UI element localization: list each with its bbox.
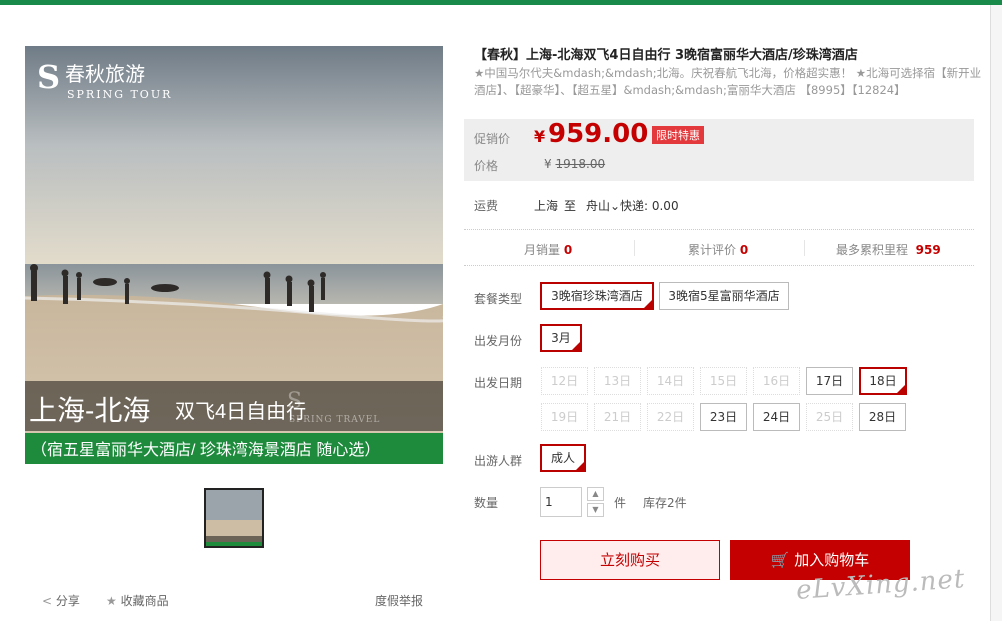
month-option[interactable]: 3月 <box>540 324 582 352</box>
people-option[interactable]: 成人 <box>540 444 586 472</box>
monthly-sales: 月销量 0 <box>524 243 573 257</box>
date-option-selected[interactable]: 18日 <box>859 367 907 395</box>
scrollbar[interactable] <box>990 5 1002 621</box>
shipping-label: 运费 <box>474 199 499 213</box>
date-option[interactable]: 17日 <box>806 367 853 395</box>
chevron-down-icon: ⌄ <box>610 199 621 213</box>
image-headline: 上海-北海 <box>29 395 150 426</box>
divider <box>634 240 635 256</box>
date-option[interactable]: 12日 <box>541 367 588 395</box>
price-box: 促销价 ¥ 959.00 限时特惠 价格 ¥ 1918.00 <box>464 119 974 181</box>
image-banner: （宿五星富丽华大酒店/ 珍珠湾海景酒店 随心选） <box>31 441 380 459</box>
package-option-2[interactable]: 3晚宿5星富丽华酒店 <box>659 282 789 310</box>
quantity-up-button[interactable]: ▲ <box>587 487 604 501</box>
month-label: 出发月份 <box>474 334 523 348</box>
date-option[interactable]: 14日 <box>647 367 694 395</box>
add-to-cart-label: 加入购物车 <box>794 551 870 569</box>
stats-row: 月销量 0 累计评价 0 最多累积里程 959 <box>464 229 974 266</box>
star-icon: ★ <box>106 594 117 608</box>
product-subtitle: ★中国马尔代夫&mdash;&mdash;北海。庆祝春航飞北海，价格超实惠！ ★… <box>474 66 982 97</box>
top-bar <box>0 0 1002 5</box>
date-option[interactable]: 25日 <box>806 403 853 431</box>
date-option[interactable]: 16日 <box>753 367 800 395</box>
product-main-image: S 春秋旅游 SPRING TOUR 上海-北海 双飞4日自由行 S SPRIN… <box>25 46 443 464</box>
quantity-input[interactable]: 1 <box>540 487 582 517</box>
image-watermark: SPRING TRAVEL <box>289 415 380 425</box>
max-miles: 最多累积里程 959 <box>836 243 941 257</box>
svg-text:S: S <box>37 58 60 96</box>
product-title: 【春秋】上海-北海双飞4日自由行 3晚宿富丽华大酒店/珍珠湾酒店 <box>474 48 858 63</box>
stock-count: 库存2件 <box>643 496 687 510</box>
favorite-link[interactable]: ★ 收藏商品 <box>106 592 169 609</box>
svg-text:S: S <box>287 389 302 414</box>
quantity-down-button[interactable]: ▼ <box>587 503 604 517</box>
promo-label: 促销价 <box>474 132 511 146</box>
orig-label: 价格 <box>474 159 499 173</box>
divider <box>804 240 805 256</box>
date-option[interactable]: 23日 <box>700 403 747 431</box>
date-option[interactable]: 19日 <box>541 403 588 431</box>
shipping-from: 上海 <box>534 199 559 213</box>
report-link[interactable]: 度假举报 <box>375 592 423 609</box>
orig-price: ¥ 1918.00 <box>544 157 606 171</box>
quantity-unit: 件 <box>614 496 627 510</box>
date-option[interactable]: 21日 <box>594 403 641 431</box>
review-count[interactable]: 累计评价 0 <box>688 241 748 258</box>
date-option[interactable]: 22日 <box>647 403 694 431</box>
logo-cn: 春秋旅游 <box>65 62 145 86</box>
date-option[interactable]: 24日 <box>753 403 800 431</box>
thumbnail-image[interactable] <box>204 488 264 548</box>
quantity-label: 数量 <box>474 496 499 510</box>
shipping-row: 运费 上海 至 舟山⌄ 快递: 0.00 <box>474 197 974 215</box>
shipping-to-select[interactable]: 舟山⌄ <box>586 197 620 214</box>
share-icon: < <box>42 594 53 608</box>
package-option-1[interactable]: 3晚宿珍珠湾酒店 <box>540 282 654 310</box>
caret-down-icon: ▼ <box>592 505 599 514</box>
date-option[interactable]: 13日 <box>594 367 641 395</box>
shipping-method: 快递: 0.00 <box>620 199 679 213</box>
date-option[interactable]: 15日 <box>700 367 747 395</box>
date-label: 出发日期 <box>474 376 523 390</box>
package-label: 套餐类型 <box>474 292 523 306</box>
caret-up-icon: ▲ <box>592 489 599 498</box>
promo-currency: ¥ <box>534 127 546 146</box>
promo-price: 959.00 <box>548 119 649 149</box>
cart-icon: 🛒 <box>770 551 790 569</box>
share-link[interactable]: < 分享 <box>42 592 80 609</box>
left-actions: < 分享 ★ 收藏商品 度假举报 <box>42 592 442 610</box>
date-option[interactable]: 28日 <box>859 403 906 431</box>
shipping-to-word: 至 <box>564 199 577 213</box>
buy-now-button[interactable]: 立刻购买 <box>540 540 720 580</box>
promo-tag: 限时特惠 <box>652 126 704 144</box>
people-label: 出游人群 <box>474 454 523 468</box>
logo-en: SPRING TOUR <box>67 88 172 101</box>
